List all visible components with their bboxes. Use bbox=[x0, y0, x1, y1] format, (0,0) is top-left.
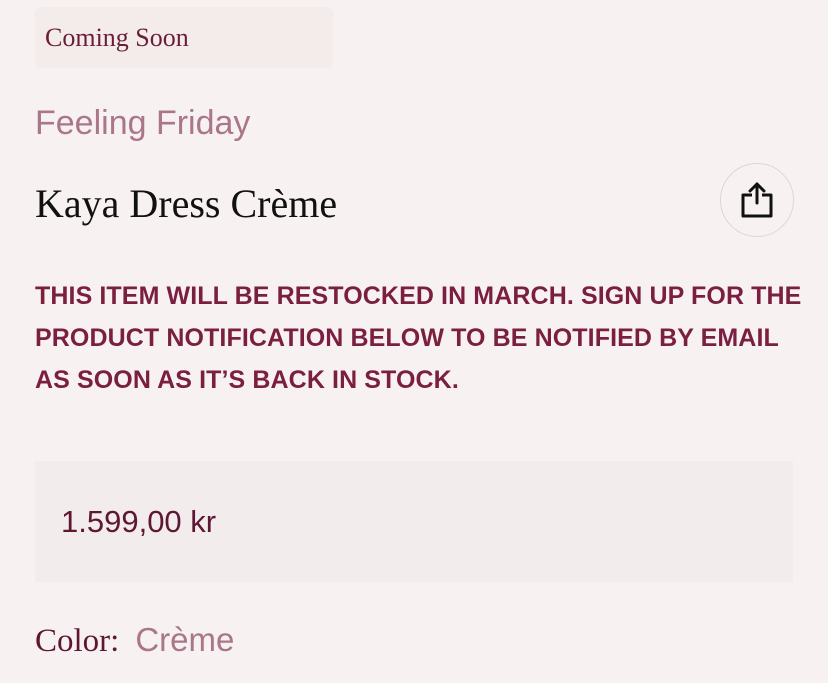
restock-notice: THIS ITEM WILL BE RESTOCKED IN MARCH. SI… bbox=[35, 282, 802, 394]
product-title: Kaya Dress Crème bbox=[35, 181, 338, 226]
product-page: Coming Soon Feeling Friday Kaya Dress Cr… bbox=[0, 0, 828, 683]
color-row: Color: Crème bbox=[35, 618, 234, 663]
coming-soon-badge: Coming Soon bbox=[35, 7, 333, 68]
color-label: Color: bbox=[35, 623, 120, 659]
share-button[interactable] bbox=[720, 163, 794, 237]
share-icon bbox=[737, 180, 777, 220]
brand-name[interactable]: Feeling Friday bbox=[35, 103, 250, 143]
coming-soon-label: Coming Soon bbox=[45, 22, 189, 52]
price-box: 1.599,00 kr bbox=[35, 461, 793, 582]
product-price: 1.599,00 kr bbox=[61, 503, 217, 539]
color-value: Crème bbox=[135, 621, 235, 658]
